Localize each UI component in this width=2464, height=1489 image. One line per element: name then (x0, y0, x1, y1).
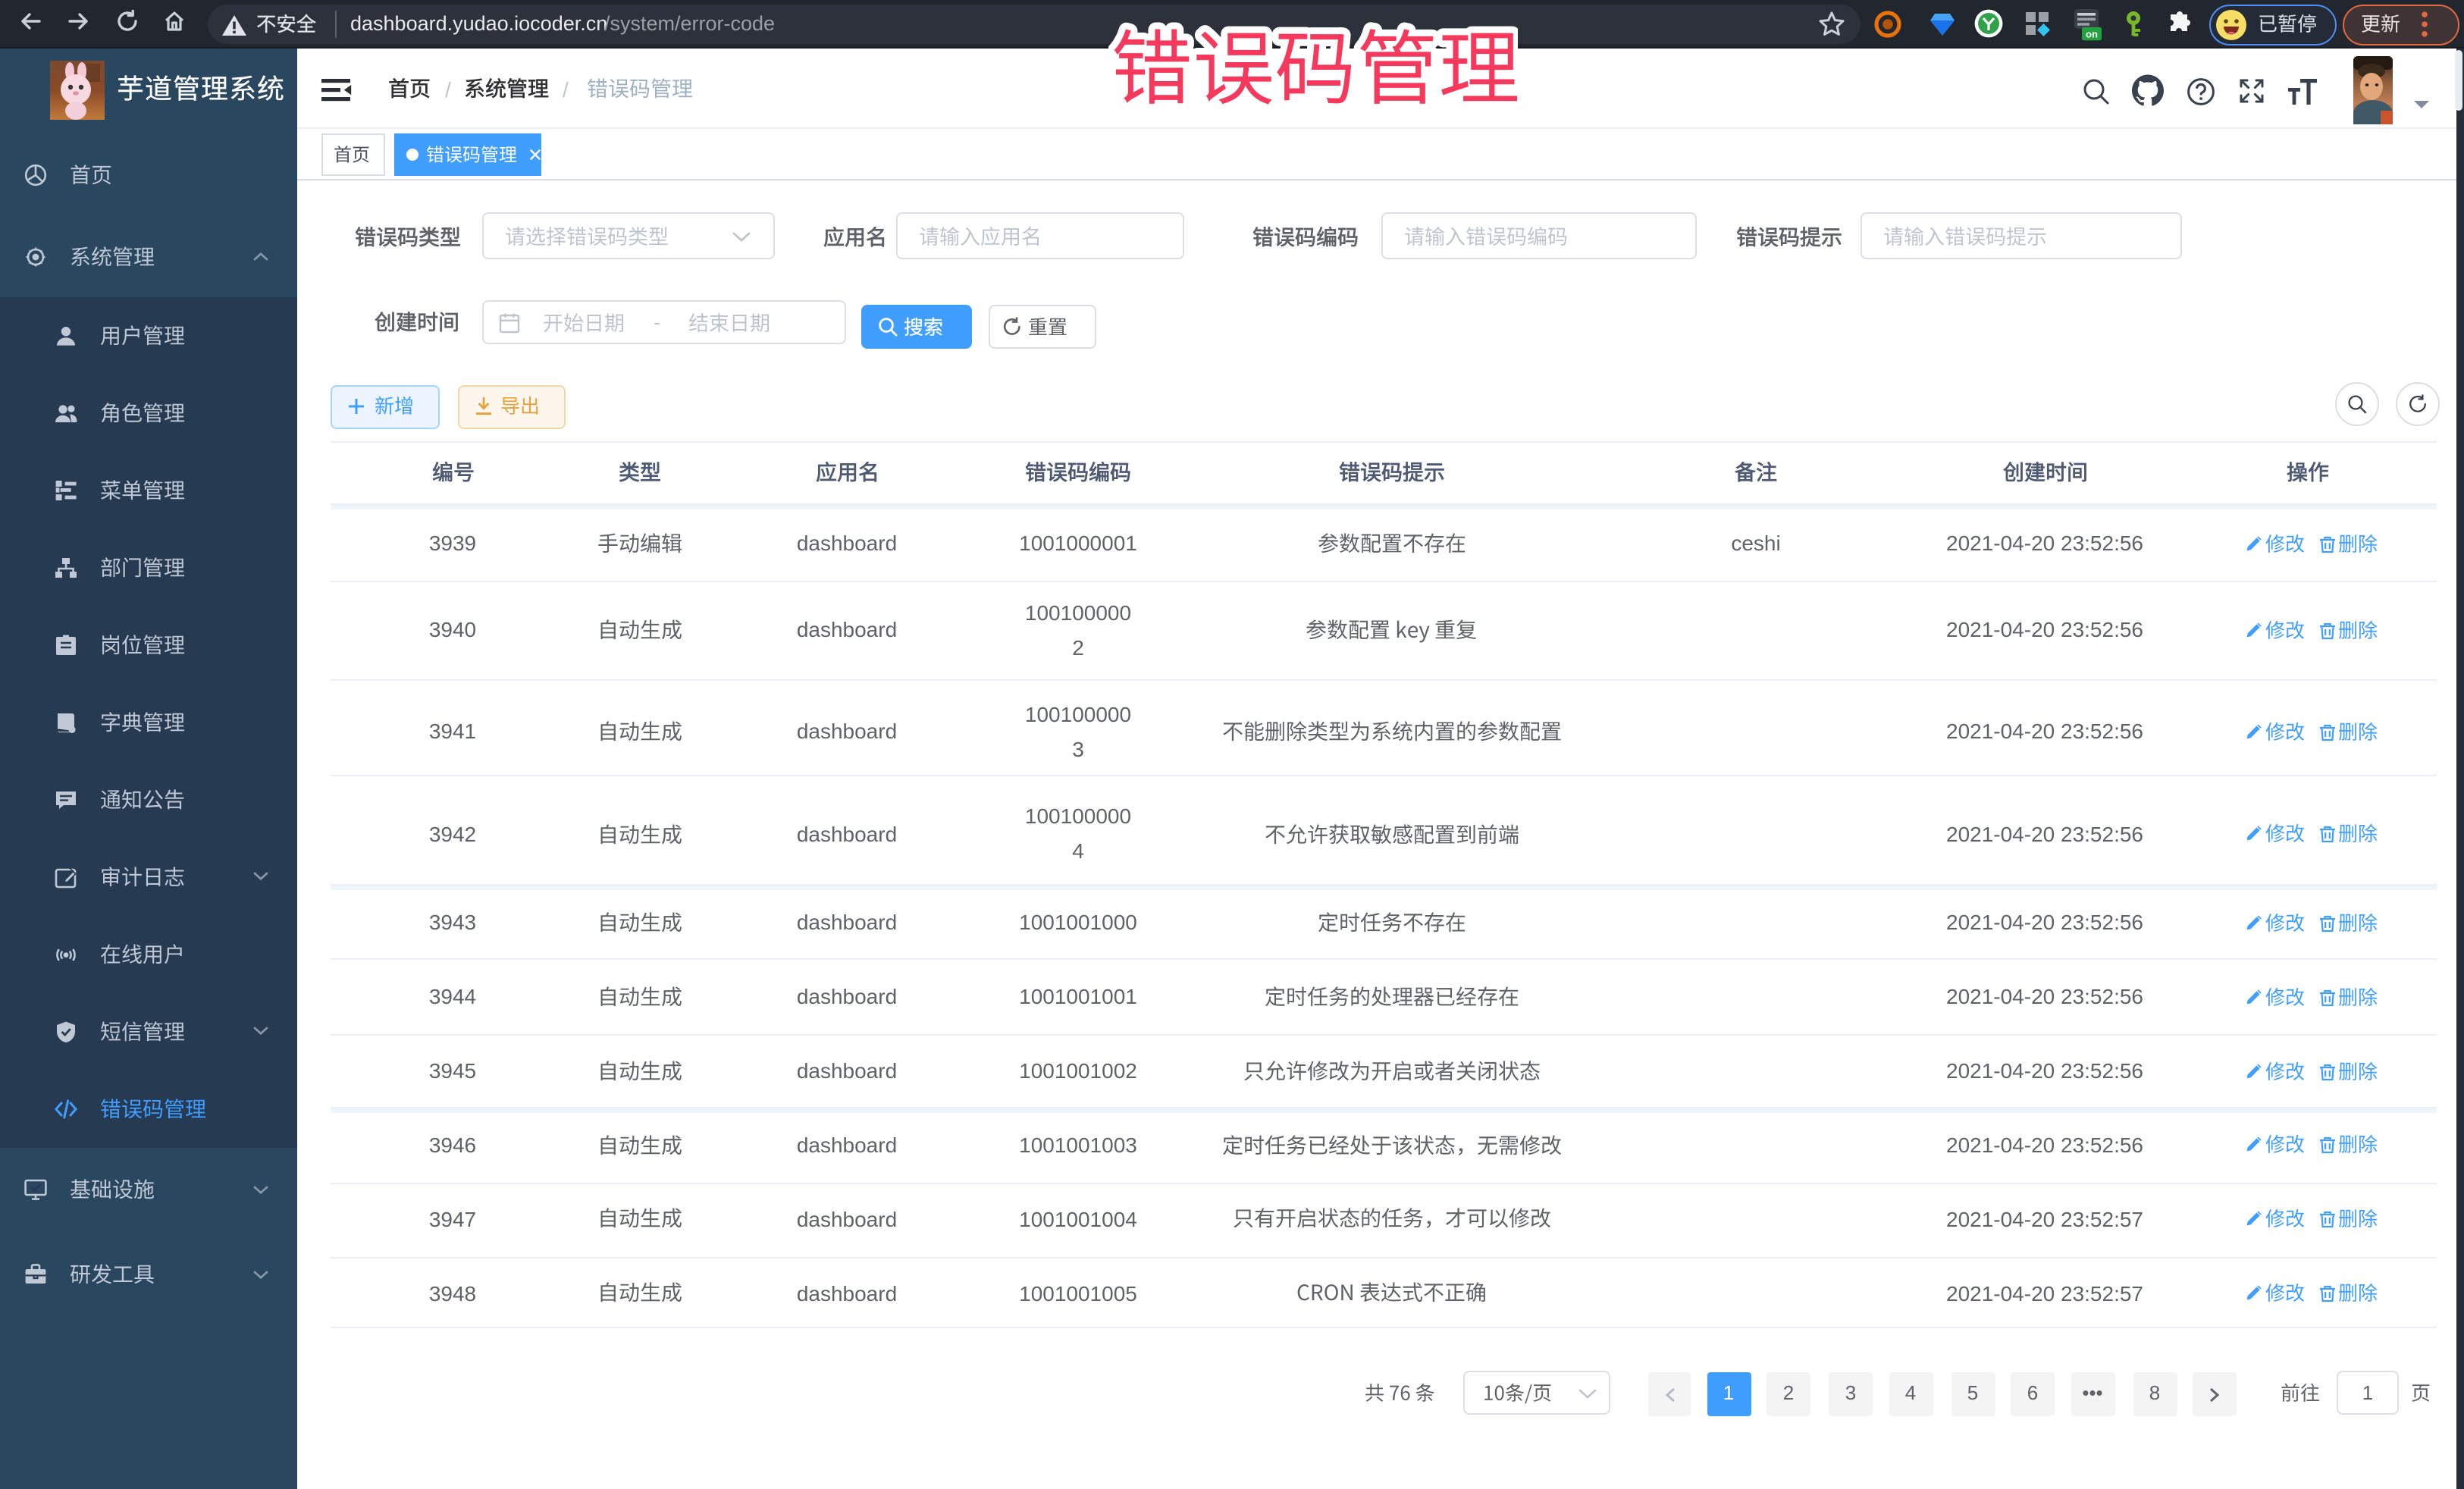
svg-text:on: on (2086, 28, 2098, 39)
